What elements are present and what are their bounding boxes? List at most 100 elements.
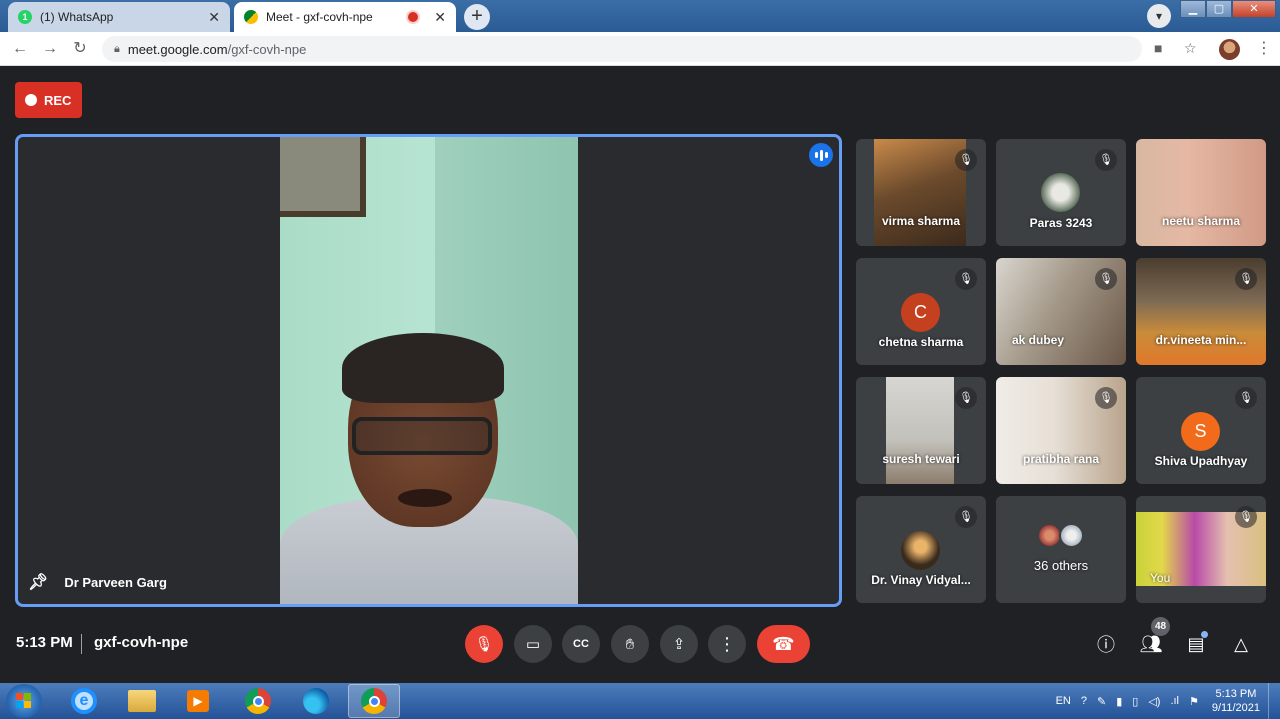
participant-tile[interactable]: S 🎙︎ Shiva Upadhyay	[1136, 377, 1266, 484]
wall-frame	[280, 137, 366, 217]
participant-name: pratibha rana	[1022, 452, 1100, 466]
clock[interactable]: 5:13 PM 9/11/2021	[1204, 687, 1268, 715]
participant-tile[interactable]: 🎙︎ dr.vineeta min...	[1136, 258, 1266, 365]
action-center-icon[interactable]: ⚑	[1189, 695, 1199, 708]
tab-title: Meet - gxf-covh-npe	[266, 10, 373, 24]
mic-off-button[interactable]: 🎙︎	[465, 625, 503, 663]
pen-icon[interactable]: ✎	[1097, 695, 1106, 708]
participant-name: Shiva Upadhyay	[1154, 454, 1248, 468]
url-input[interactable]: 🔒︎ meet.google.com/gxf-covh-npe	[102, 36, 1142, 62]
mic-off-icon: 🎙︎	[1235, 268, 1257, 290]
back-icon[interactable]: ←	[10, 39, 30, 59]
windows-taskbar: e ▶ EN ? ✎ ▮ ▯ ◁) .ıl ⚑ 5:13 PM 9/11/202…	[0, 683, 1280, 719]
avatar: S	[1181, 412, 1220, 451]
volume-icon[interactable]: ◁)	[1148, 695, 1160, 708]
clock-time: 5:13 PM	[1215, 688, 1257, 700]
mic-off-icon: 🎙︎	[955, 268, 977, 290]
meeting-time: 5:13 PM	[16, 634, 73, 651]
minimize-button[interactable]: ▁	[1180, 0, 1206, 18]
tab-search-icon[interactable]: ▾	[1147, 4, 1171, 28]
recording-badge: REC	[15, 82, 82, 118]
show-desktop-button[interactable]	[1268, 683, 1280, 719]
participant-name: neetu sharma	[1161, 214, 1241, 228]
media-player-icon[interactable]: ▶	[172, 684, 224, 718]
others-label: 36 others	[1033, 558, 1089, 573]
battery-icon[interactable]: ▯	[1132, 695, 1138, 708]
participant-name: virma sharma	[881, 214, 961, 228]
signal-icon[interactable]: .ıl	[1170, 695, 1179, 707]
mic-off-icon: 🎙︎	[955, 506, 977, 528]
edge-icon[interactable]	[290, 684, 342, 718]
rec-label: REC	[44, 92, 72, 108]
self-tile[interactable]: 🎙︎ You	[1136, 496, 1266, 603]
url-host: meet.google.com	[127, 41, 228, 57]
mic-off-icon: 🎙︎	[1095, 268, 1117, 290]
meeting-code: gxf-covh-npe	[94, 634, 189, 651]
camera-icon[interactable]: ■	[1154, 40, 1162, 56]
raise-hand-button[interactable]: ✋︎	[611, 625, 649, 663]
system-tray: EN ? ✎ ▮ ▯ ◁) .ıl ⚑ 5:13 PM 9/11/2021	[1051, 683, 1280, 719]
close-window-button[interactable]: ✕	[1232, 0, 1276, 18]
close-tab-icon[interactable]: ✕	[208, 9, 220, 26]
avatar	[1041, 173, 1080, 212]
presenter-video-feed	[280, 137, 578, 604]
browser-tab-bar: 1 (1) WhatsApp ✕ Meet - gxf-covh-npe ✕ +…	[0, 0, 1280, 32]
mic-off-icon: 🎙︎	[1235, 506, 1257, 528]
tab-meet[interactable]: Meet - gxf-covh-npe ✕	[234, 2, 456, 32]
reload-icon[interactable]: ↻	[70, 39, 90, 59]
maximize-button[interactable]: ▢	[1206, 0, 1232, 18]
avatar: C	[901, 293, 940, 332]
start-button[interactable]	[6, 684, 42, 718]
mic-off-icon: 🎙︎	[1095, 149, 1117, 171]
profile-avatar[interactable]	[1219, 39, 1240, 60]
help-icon[interactable]: ?	[1081, 695, 1087, 707]
star-icon[interactable]: ☆	[1184, 40, 1197, 57]
info-icon[interactable]: ⓘ	[1092, 630, 1120, 658]
mic-off-icon: 🎙︎	[955, 149, 977, 171]
file-explorer-icon[interactable]	[116, 684, 168, 718]
participant-tile[interactable]: 🎙︎ Dr. Vinay Vidyal...	[856, 496, 986, 603]
participant-tile[interactable]: 🎙︎ Paras 3243	[996, 139, 1126, 246]
end-call-button[interactable]: ☎︎	[757, 625, 810, 663]
participant-name: dr.vineeta min...	[1155, 333, 1247, 347]
clock-date: 9/11/2021	[1211, 702, 1260, 714]
meet-icon	[244, 10, 258, 24]
pin-icon[interactable]: 📌︎	[28, 572, 48, 592]
speaking-indicator-icon	[809, 143, 833, 167]
chrome-icon[interactable]	[232, 684, 284, 718]
menu-icon[interactable]: ⋮	[1256, 38, 1272, 58]
forward-icon[interactable]: →	[40, 39, 60, 59]
avatar	[901, 531, 940, 570]
captions-button[interactable]: CC	[562, 625, 600, 663]
close-tab-icon[interactable]: ✕	[434, 9, 446, 26]
participant-tile[interactable]: 🎙︎ suresh tewari	[856, 377, 986, 484]
participant-tile[interactable]: neetu sharma	[1136, 139, 1266, 246]
participant-tile[interactable]: 🎙︎ virma sharma	[856, 139, 986, 246]
window-controls: ▁ ▢ ✕	[1180, 0, 1276, 18]
participant-tile[interactable]: C 🎙︎ chetna sharma	[856, 258, 986, 365]
language-indicator[interactable]: EN	[1056, 695, 1071, 707]
network-icon[interactable]: ▮	[1116, 695, 1122, 708]
avatar	[1059, 523, 1084, 548]
present-button[interactable]: ⇪	[660, 625, 698, 663]
presenter-name: Dr Parveen Garg	[64, 574, 167, 590]
camera-button[interactable]: ▭	[514, 625, 552, 663]
main-video[interactable]: 📌︎ Dr Parveen Garg	[15, 134, 842, 607]
more-options-button[interactable]: ⋮	[708, 625, 746, 663]
new-tab-button[interactable]: +	[464, 4, 490, 30]
participant-name: chetna sharma	[878, 335, 964, 349]
tab-whatsapp[interactable]: 1 (1) WhatsApp ✕	[8, 2, 230, 32]
activities-icon[interactable]: △	[1227, 630, 1255, 658]
chat-notification-dot	[1201, 631, 1208, 638]
internet-explorer-icon[interactable]: e	[58, 684, 110, 718]
url-path: /gxf-covh-npe	[227, 41, 307, 57]
participant-tile[interactable]: 🎙︎ ak dubey	[996, 258, 1126, 365]
participant-tile[interactable]: 🎙︎ pratibha rana	[996, 377, 1126, 484]
lock-icon: 🔒︎	[114, 42, 120, 55]
mic-off-icon: 🎙︎	[1235, 387, 1257, 409]
others-tile[interactable]: 36 others	[996, 496, 1126, 603]
chrome-active-icon[interactable]	[348, 684, 400, 718]
participant-name: ak dubey	[1012, 333, 1065, 347]
mic-off-icon: 🎙︎	[1095, 387, 1117, 409]
participant-name: Dr. Vinay Vidyal...	[871, 573, 971, 587]
